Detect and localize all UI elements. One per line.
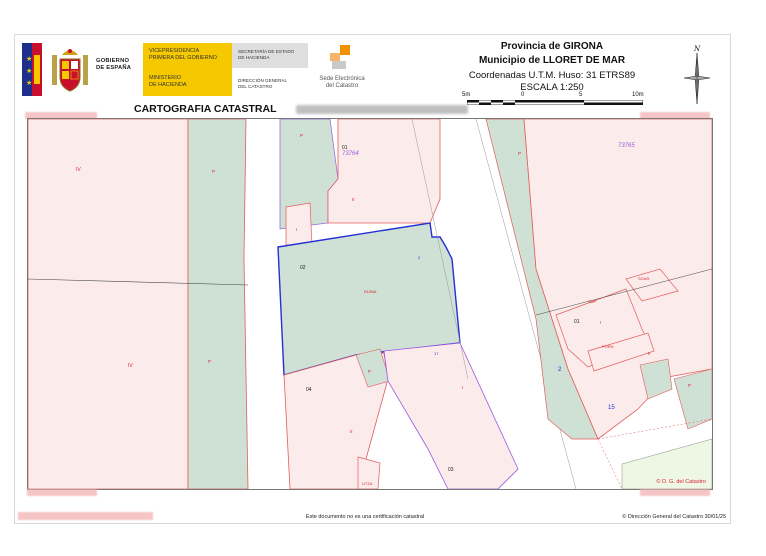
use-label: II [648, 351, 651, 356]
svg-text:★: ★ [26, 67, 32, 75]
disclaimer-text: Este documento no es una certificación c… [305, 514, 425, 520]
svg-text:★: ★ [26, 79, 32, 87]
municipio-title: Municipio de LLORET DE MAR [478, 55, 626, 66]
north-arrow-icon: N [683, 45, 711, 105]
redacted-marker [640, 489, 710, 496]
vice-line-2: PRIMERA DEL GOBIERNO [149, 55, 217, 61]
dir-line-2: DEL CATASTRO [238, 84, 273, 89]
sede-electronica-text[interactable]: Sede Electrónica del Catastro [310, 76, 374, 90]
use-label: SUP [588, 299, 597, 304]
cartografia-title: CARTOGRAFIA CATASTRAL [134, 103, 277, 115]
scale-label-five: 5 [579, 92, 583, 98]
use-label: P [300, 133, 303, 138]
gov-line-1: GOBIERNO [96, 58, 130, 64]
subparcel-label: 03 [448, 467, 454, 473]
cadastral-map[interactable]: IV IV P P P P P P II II II I I I RUINA S… [27, 118, 713, 490]
compass-label: N [693, 45, 701, 53]
spain-flag-icon: ★ ★ ★ [22, 43, 42, 96]
use-label: P [208, 359, 211, 364]
sec-line-1: SECRETARÍA DE ESTADO [238, 49, 295, 54]
subparcel-label: 01 [342, 145, 348, 151]
gobierno-espana-text: GOBIERNO DE ESPAÑA [96, 58, 131, 72]
scale-label-zero: 0 [521, 92, 525, 98]
direccion-block: DIRECCIÓN GENERAL DEL CATASTRO [232, 72, 308, 96]
secretaria-block: SECRETARÍA DE ESTADO DE HACIENDA [232, 43, 308, 68]
use-label: PORH [602, 344, 614, 349]
coordinates-text: Coordenadas U.T.M. Huso: 31 ETRS89 [468, 70, 636, 81]
use-label: I [462, 385, 463, 390]
map-credit: © D. G. del Catastro [656, 479, 706, 485]
vice-line-1: VICEPRESIDENCIA [149, 48, 200, 54]
use-label: RUINA [364, 289, 377, 294]
redacted-marker [27, 489, 97, 496]
ministry-block: VICEPRESIDENCIA PRIMERA DEL GOBIERNO MIN… [143, 43, 232, 96]
use-label: P [518, 151, 521, 156]
provincia-title: Provincia de GIRONA [500, 41, 604, 52]
use-label: I [600, 320, 601, 325]
parcel-left-block[interactable] [28, 119, 189, 489]
use-label: IV [128, 363, 133, 369]
dir-line-1: DIRECCIÓN GENERAL [238, 78, 288, 83]
coat-of-arms-icon [52, 49, 88, 92]
subparcel-label: 02 [300, 265, 306, 271]
parcel-number-label: 73765 [618, 143, 635, 149]
use-label: P [688, 383, 691, 388]
street-number: 15 [608, 405, 615, 411]
scale-text: ESCALA 1:250 [520, 82, 584, 93]
use-label: II [352, 197, 355, 202]
use-label: UTZA [362, 481, 373, 486]
subparcel-label: 04 [306, 387, 312, 393]
use-label: II [350, 429, 353, 434]
parcel-number-label: 73764 [342, 151, 359, 157]
scale-label-left: 5m [462, 92, 471, 98]
subparcel-label: 01 [574, 319, 580, 325]
parcel-small-i[interactable] [285, 202, 313, 246]
use-label: P [368, 369, 371, 374]
sede-electronica-icon[interactable] [328, 45, 352, 71]
min-line-1: MINISTERIO [149, 75, 182, 81]
svg-text:★: ★ [26, 55, 32, 63]
sede-line-2: del Catastro [325, 83, 359, 89]
use-label: P [212, 169, 215, 174]
min-line-2: DE HACIENDA [149, 82, 187, 88]
gov-line-2: DE ESPAÑA [96, 65, 132, 71]
street-number: 17 [434, 351, 439, 356]
map-canvas[interactable]: IV IV P P P P P P II II II I I I RUINA S… [28, 119, 712, 489]
redacted-footer [18, 512, 153, 520]
use-label: I [296, 227, 297, 232]
use-label: IV [76, 167, 81, 173]
scale-bar-icon [467, 100, 643, 105]
copyright-text: © Dirección General del Catastro 30/01/2… [622, 514, 726, 520]
use-label: SGAR [638, 276, 649, 281]
green-strip-left[interactable] [187, 119, 249, 489]
sede-line-1: Sede Electrónica [319, 76, 365, 82]
sec-line-2: DE HACIENDA [238, 55, 270, 60]
scale-label-right: 10m [632, 92, 644, 98]
redacted-reference [296, 105, 468, 114]
